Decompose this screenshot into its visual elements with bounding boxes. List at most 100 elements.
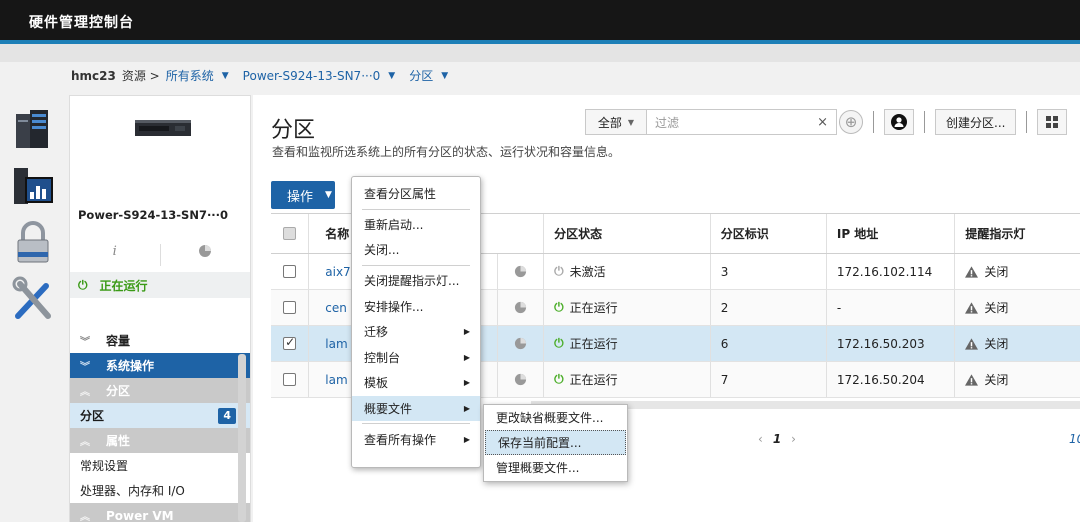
column-state[interactable]: 分区状态 bbox=[544, 214, 711, 253]
breadcrumb-system[interactable]: Power-S924-13-SN7···0 bbox=[243, 69, 381, 83]
partition-name-link[interactable]: lam bbox=[325, 373, 347, 387]
chevron-right-icon: ▶ bbox=[463, 327, 470, 337]
system-name: Power-S924-13-SN7···0 bbox=[78, 208, 229, 222]
breadcrumb-resources[interactable]: 资源 > bbox=[122, 67, 160, 84]
chevron-down-icon: ▼ bbox=[325, 190, 332, 200]
warning-icon bbox=[965, 373, 979, 386]
page-size[interactable]: 10 bbox=[1069, 432, 1080, 446]
chevron-right-icon: ▶ bbox=[463, 378, 470, 388]
chevron-right-icon: ▶ bbox=[463, 352, 470, 362]
nav-properties-section[interactable]: ︽ 属性 bbox=[70, 428, 250, 453]
column-id[interactable]: 分区标识 bbox=[711, 214, 827, 253]
select-all-checkbox-cell[interactable] bbox=[271, 214, 310, 253]
current-page[interactable]: 1 bbox=[773, 432, 781, 446]
warning-icon bbox=[965, 301, 979, 314]
partition-name-link[interactable]: lam bbox=[325, 337, 347, 351]
chevron-up-icon: ︽ bbox=[80, 387, 90, 398]
row-checkbox[interactable] bbox=[283, 335, 297, 350]
toolbar: 全部 ▼ 过滤 × ⊕ 创建分区... bbox=[585, 108, 1068, 136]
profiles-submenu: 更改缺省概要文件... 保存当前配置... 管理概要文件... bbox=[483, 404, 628, 482]
menu-divider bbox=[362, 208, 470, 210]
system-status-text: 正在运行 bbox=[99, 278, 148, 293]
menu-turn-off-attention-led[interactable]: 关闭提醒指示灯... bbox=[352, 268, 480, 294]
partitions-count-badge: 4 bbox=[218, 408, 236, 424]
menu-profiles[interactable]: 概要文件 ▶ bbox=[352, 395, 480, 422]
nav-general-settings[interactable]: 常规设置 bbox=[70, 453, 250, 478]
actions-menu: 查看分区属性 重新启动... 关闭... 关闭提醒指示灯... 安排操作... … bbox=[351, 176, 481, 468]
menu-divider bbox=[362, 264, 470, 266]
submenu-save-current-config[interactable]: 保存当前配置... bbox=[485, 430, 626, 455]
grid-icon bbox=[1046, 116, 1059, 128]
chevron-down-icon[interactable]: ▼ bbox=[222, 71, 229, 81]
chevron-up-icon: ︽ bbox=[80, 437, 90, 448]
toolbar-divider bbox=[1026, 111, 1028, 133]
info-icon[interactable]: i bbox=[70, 244, 160, 266]
actions-button[interactable]: 操作 ▼ bbox=[271, 181, 335, 209]
column-ip[interactable]: IP 地址 bbox=[827, 214, 956, 253]
monitoring-icon[interactable] bbox=[12, 164, 54, 210]
app-title: 硬件管理控制台 bbox=[29, 15, 134, 31]
menu-view-all-actions[interactable]: 查看所有操作 ▶ bbox=[352, 426, 480, 452]
breadcrumb: hmc23 资源 > 所有系统 ▼ Power-S924-13-SN7···0 … bbox=[71, 67, 456, 84]
system-status: ⏻ 正在运行 bbox=[70, 272, 250, 298]
row-checkbox[interactable] bbox=[283, 265, 297, 278]
submenu-change-default-profile[interactable]: 更改缺省概要文件... bbox=[484, 405, 627, 430]
system-panel: Power-S924-13-SN7···0 i ⏻ 正在运行 ︾ 容量 ︾ 系统… bbox=[69, 95, 251, 522]
chevron-up-icon: ︽ bbox=[80, 512, 90, 522]
breadcrumb-all-systems[interactable]: 所有系统 bbox=[166, 67, 214, 84]
chevron-down-icon: ▼ bbox=[627, 117, 635, 127]
row-checkbox[interactable] bbox=[283, 301, 297, 314]
nav-system-operations[interactable]: ︾ 系统操作 bbox=[70, 353, 250, 378]
menu-templates[interactable]: 模板 ▶ bbox=[352, 370, 480, 396]
chevron-down-icon: ︾ bbox=[80, 337, 90, 348]
nav-partitions-section[interactable]: ︽ 分区 bbox=[70, 378, 250, 403]
chart-icon bbox=[515, 373, 527, 386]
nav-capacity[interactable]: ︾ 容量 bbox=[70, 328, 250, 353]
breadcrumb-partitions[interactable]: 分区 bbox=[409, 67, 433, 84]
menu-view-partition-properties[interactable]: 查看分区属性 bbox=[352, 181, 480, 207]
lock-icon[interactable] bbox=[12, 220, 54, 266]
tools-icon[interactable] bbox=[12, 276, 54, 322]
nav-partitions[interactable]: 分区 4 bbox=[70, 403, 250, 428]
create-partition-button[interactable]: 创建分区... bbox=[935, 109, 1017, 135]
nav-processor-memory-io[interactable]: 处理器、内存和 I/O bbox=[70, 478, 250, 503]
side-nav-scrollbar[interactable] bbox=[238, 354, 246, 522]
warning-icon bbox=[965, 265, 979, 278]
chevron-down-icon[interactable]: ▼ bbox=[441, 71, 448, 81]
menu-mobility[interactable]: 迁移 ▶ bbox=[352, 319, 480, 345]
chevron-down-icon: ︾ bbox=[80, 362, 90, 373]
power-icon: ⏻ bbox=[554, 336, 564, 350]
partition-name-link[interactable]: cen bbox=[325, 301, 347, 315]
partition-name-link[interactable]: aix7 bbox=[325, 265, 350, 279]
page-title: 分区 bbox=[271, 118, 316, 143]
menu-console[interactable]: 控制台 ▶ bbox=[352, 345, 480, 371]
chart-icon[interactable] bbox=[159, 244, 251, 266]
nav-powervm-section[interactable]: ︽ Power VM bbox=[70, 503, 250, 522]
toolbar-divider bbox=[873, 111, 874, 133]
chevron-down-icon[interactable]: ▼ bbox=[388, 71, 395, 81]
filter-input[interactable]: 过滤 × bbox=[647, 109, 837, 135]
scope-select[interactable]: 全部 ▼ bbox=[585, 109, 647, 135]
next-page-icon[interactable]: › bbox=[791, 432, 796, 446]
menu-restart[interactable]: 重新启动... bbox=[352, 212, 480, 238]
header-shadow bbox=[0, 44, 1080, 62]
chevron-right-icon: ▶ bbox=[463, 404, 470, 414]
user-icon bbox=[891, 114, 907, 130]
server-icon bbox=[135, 116, 191, 140]
row-checkbox[interactable] bbox=[283, 373, 297, 386]
menu-schedule-operations[interactable]: 安排操作... bbox=[352, 293, 480, 319]
menu-shutdown[interactable]: 关闭... bbox=[352, 237, 480, 263]
page-description: 查看和监视所选系统上的所有分区的状态、运行状况和容量信息。 bbox=[272, 145, 621, 159]
column-attention-led[interactable]: 提醒指示灯 bbox=[955, 214, 1080, 253]
clear-icon[interactable]: × bbox=[817, 115, 828, 130]
submenu-manage-profiles[interactable]: 管理概要文件... bbox=[484, 455, 627, 480]
resources-icon[interactable] bbox=[12, 106, 54, 152]
add-filter-button[interactable]: ⊕ bbox=[839, 110, 863, 134]
grid-view-button[interactable] bbox=[1037, 109, 1068, 135]
icon-sidebar bbox=[0, 100, 66, 522]
user-button[interactable] bbox=[884, 109, 914, 135]
chart-icon bbox=[515, 301, 527, 314]
prev-page-icon[interactable]: ‹ bbox=[758, 432, 763, 446]
breadcrumb-host[interactable]: hmc23 bbox=[71, 69, 116, 83]
select-all-checkbox[interactable] bbox=[283, 227, 297, 240]
